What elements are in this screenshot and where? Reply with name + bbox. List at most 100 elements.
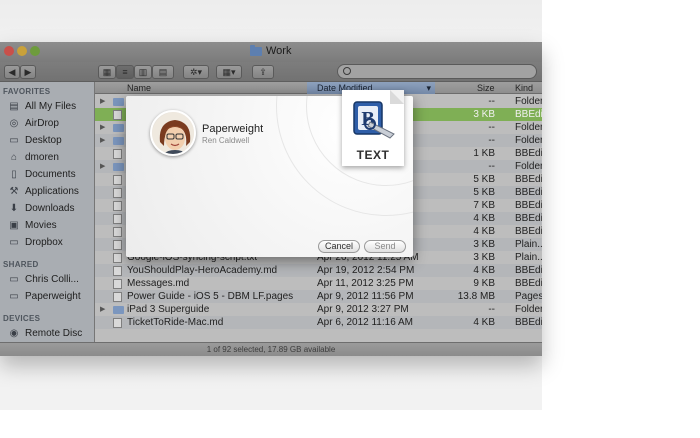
sidebar-item-desktop[interactable]: ▭ Desktop [8, 133, 61, 147]
disclosure-triangle-icon[interactable]: ▶ [100, 95, 105, 108]
cancel-button[interactable]: Cancel [318, 240, 360, 253]
window-title-text: Work [266, 45, 292, 57]
sidebar-item-label: Documents [25, 168, 76, 180]
cell-kind: Plain... [515, 252, 542, 263]
sidebar-item-airdrop[interactable]: ◎ AirDrop [8, 116, 59, 130]
cell-name: Messages.md [127, 278, 190, 289]
cell-kind: BBEdit [515, 174, 542, 185]
cell-date: Apr 9, 2012 3:27 PM [317, 304, 409, 315]
sidebar-heading-favorites: FAVORITES [3, 87, 51, 96]
icon-view-button[interactable]: ▦ [98, 65, 116, 79]
column-header-size[interactable]: Size [477, 82, 495, 94]
action-menu-button[interactable]: ✲▾ [183, 65, 209, 79]
sort-arrow-icon: ▾ [426, 83, 431, 93]
table-row[interactable]: Power Guide - iOS 5 - DBM LF.pages Apr 9,… [95, 290, 542, 303]
coverflow-view-button[interactable]: ▤ [152, 65, 174, 79]
title-bar[interactable]: Work [0, 42, 542, 62]
sidebar-item-label: Paperweight [25, 290, 81, 302]
cell-size: 7 KB [473, 200, 495, 211]
minimize-button[interactable] [17, 46, 27, 56]
folder-icon [113, 306, 124, 314]
cell-date: Apr 19, 2012 2:54 PM [317, 265, 415, 276]
sidebar-item-dmoren[interactable]: ⌂ dmoren [8, 150, 59, 164]
cell-size: -- [488, 304, 495, 315]
arrange-menu-button[interactable]: ▦▾ [216, 65, 242, 79]
sidebar-item-all-my-files[interactable]: ▤ All My Files [8, 99, 76, 113]
column-view-button[interactable]: ▥ [134, 65, 152, 79]
document-icon [113, 227, 122, 237]
document-icon [113, 110, 122, 120]
cell-kind: BBEdit [515, 148, 542, 159]
back-button[interactable]: ◀ [4, 65, 20, 79]
document-icon [113, 240, 122, 250]
cell-size: 4 KB [473, 213, 495, 224]
cell-date: Apr 6, 2012 11:16 AM [317, 317, 413, 328]
dropbox-icon: ▭ [9, 236, 19, 248]
sidebar-item-chris-colli[interactable]: ▭ Chris Colli... [8, 272, 79, 286]
column-header-name[interactable]: Name [127, 82, 307, 94]
app-author: Ren Caldwell [202, 136, 250, 145]
disclosure-triangle-icon[interactable]: ▶ [100, 160, 105, 173]
folder-icon [113, 124, 124, 132]
cell-size: -- [488, 135, 495, 146]
toolbar: ◀ ▶ ▦ ≡ ▥ ▤ ✲▾ ▦▾ ⇪ [0, 62, 542, 82]
sidebar-heading-devices: DEVICES [3, 314, 41, 323]
file-type-label: TEXT [356, 148, 390, 162]
sidebar-item-applications[interactable]: ⚒ Applications [8, 184, 79, 198]
search-icon [343, 67, 351, 75]
sidebar-item-label: Applications [25, 185, 79, 197]
sidebar-item-label: Chris Colli... [25, 273, 79, 285]
sidebar-item-label: Movies [25, 219, 57, 231]
sidebar-item-downloads[interactable]: ⬇ Downloads [8, 201, 75, 215]
share-button[interactable]: ⇪ [252, 65, 274, 79]
sidebar-item-remote-disc[interactable]: ◉ Remote Disc [8, 326, 83, 340]
list-view-button[interactable]: ≡ [116, 65, 134, 79]
table-row[interactable]: YouShouldPlay-HeroAcademy.md Apr 19, 2012… [95, 264, 542, 277]
sidebar-item-movies[interactable]: ▣ Movies [8, 218, 57, 232]
applications-icon: ⚒ [9, 185, 19, 197]
send-button[interactable]: Send [364, 240, 406, 253]
screenshot: Work ◀ ▶ ▦ ≡ ▥ ▤ ✲▾ ▦▾ ⇪ FAVORITES ▤ All … [0, 0, 700, 438]
downloads-icon: ⬇ [9, 202, 19, 214]
forward-button[interactable]: ▶ [20, 65, 36, 79]
cell-size: 4 KB [473, 317, 495, 328]
cell-size: 5 KB [473, 187, 495, 198]
share-icon: ⇪ [259, 67, 267, 77]
document-icon [113, 188, 122, 198]
disclosure-triangle-icon[interactable]: ▶ [100, 303, 105, 316]
grid-icon: ▦ [102, 67, 112, 77]
cell-size: -- [488, 161, 495, 172]
cell-size: 1 KB [473, 148, 495, 159]
avatar [150, 110, 196, 156]
table-row[interactable]: Messages.md Apr 11, 2012 3:25 PM 9 KB BBEdi… [95, 277, 542, 290]
cell-size: 4 KB [473, 265, 495, 276]
document-icon [113, 292, 122, 302]
folder-icon [113, 163, 124, 171]
folder-icon [113, 137, 124, 145]
close-button[interactable] [4, 46, 14, 56]
column-header-kind[interactable]: Kind [515, 82, 533, 94]
movies-icon: ▣ [9, 219, 19, 231]
search-field[interactable] [337, 64, 537, 79]
gear-icon: ✲▾ [189, 67, 203, 77]
window-title: Work [250, 44, 292, 57]
disclosure-triangle-icon[interactable]: ▶ [100, 134, 105, 147]
bbedit-icon: B [353, 101, 395, 139]
cell-kind: BBEdit [515, 265, 542, 276]
sidebar-item-paperweight[interactable]: ▭ Paperweight [8, 289, 81, 303]
cell-size: -- [488, 96, 495, 107]
sidebar-item-documents[interactable]: ▯ Documents [8, 167, 76, 181]
cell-date: Apr 9, 2012 11:56 PM [317, 291, 414, 302]
cell-kind: BBEdit [515, 109, 542, 120]
home-icon: ⌂ [10, 151, 18, 163]
zoom-button[interactable] [30, 46, 40, 56]
table-row[interactable]: TicketToRide-Mac.md Apr 6, 2012 11:16 AM 4… [95, 316, 542, 329]
table-row[interactable]: ▶ iPad 3 Superguide Apr 9, 2012 3:27 PM -- F… [95, 303, 542, 316]
airdrop-icon: ◎ [9, 117, 19, 129]
sidebar-item-dropbox[interactable]: ▭ Dropbox [8, 235, 63, 249]
text-document-icon: B TEXT [342, 90, 404, 166]
disclosure-triangle-icon[interactable]: ▶ [100, 121, 105, 134]
sidebar-item-label: All My Files [25, 100, 77, 112]
documents-icon: ▯ [11, 168, 17, 180]
document-icon [113, 318, 122, 328]
